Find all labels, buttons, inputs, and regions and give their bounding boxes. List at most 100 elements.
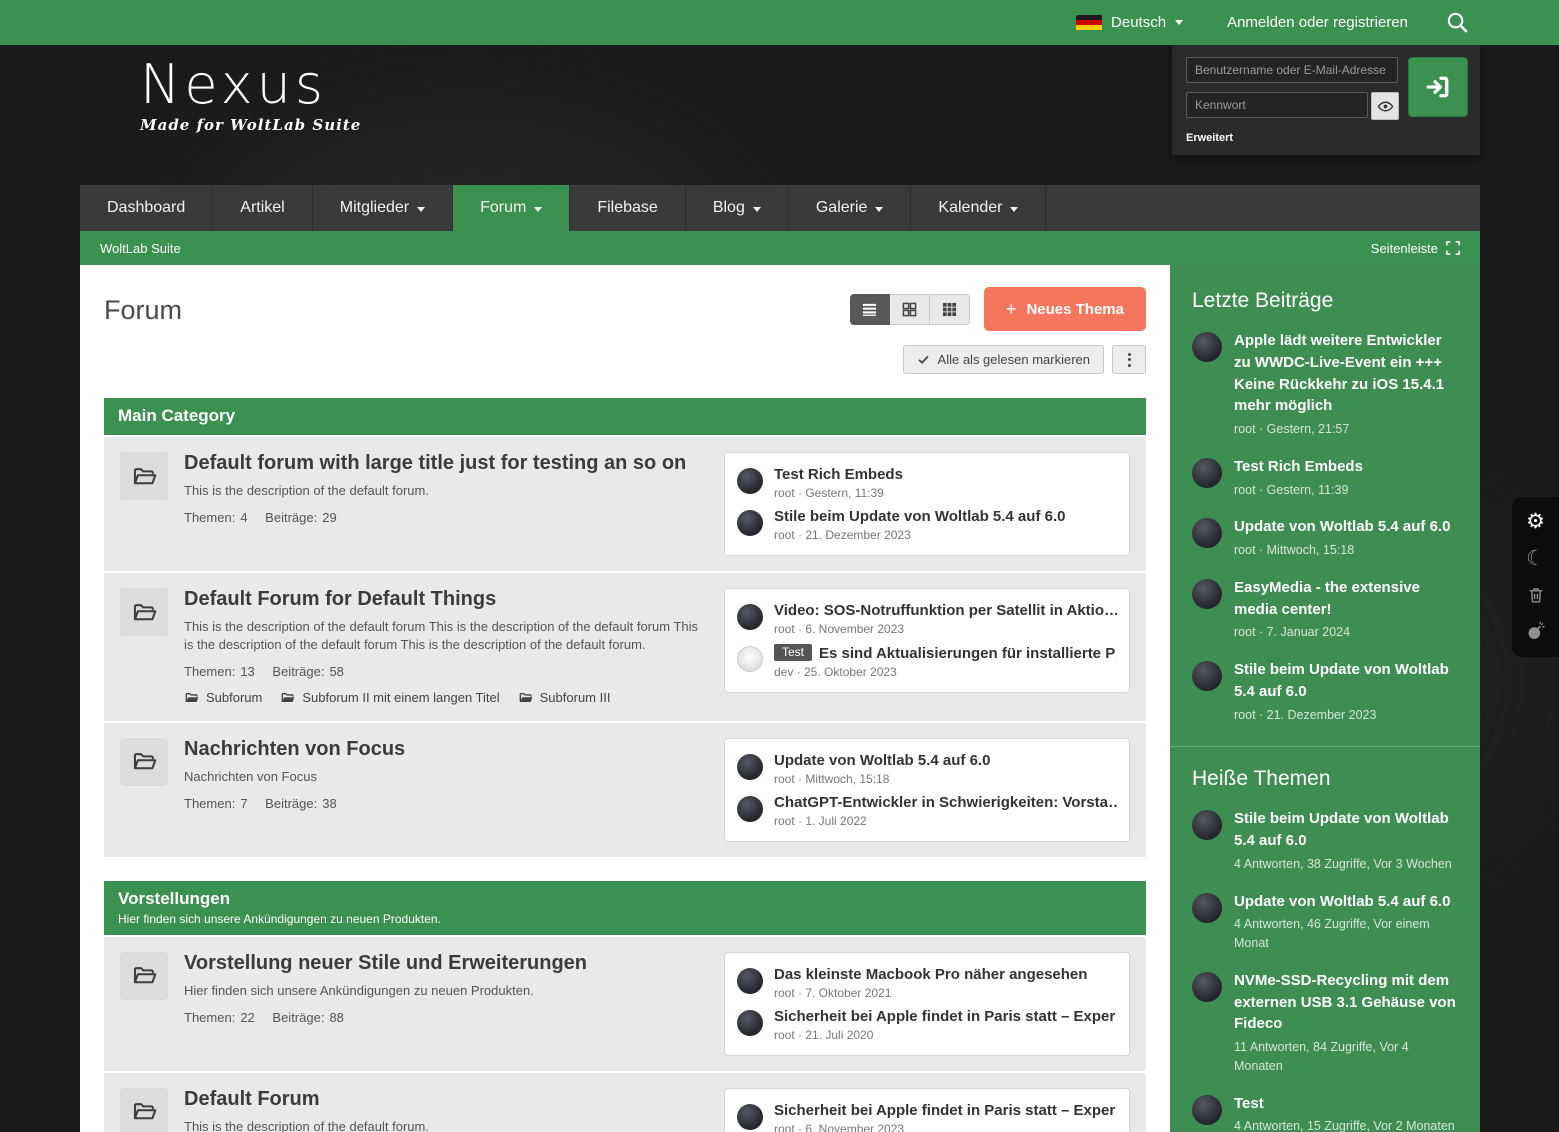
post-title[interactable]: Test Rich Embeds — [1234, 456, 1363, 478]
latest-post[interactable]: Das kleinste Macbook Pro näher angesehen… — [737, 962, 1117, 1004]
new-topic-button[interactable]: + Neues Thema — [984, 287, 1146, 331]
topic-meta: 4 Antworten, 15 Zugriffe, Vor 2 Monaten — [1234, 1117, 1455, 1132]
username-input[interactable] — [1186, 57, 1398, 83]
sidebar-post[interactable]: Stile beim Update von Woltlab 5.4 auf 6.… — [1192, 659, 1458, 724]
sidebar-post[interactable]: Apple lädt weitere Entwickler zu WWDC-Li… — [1192, 330, 1458, 439]
sidebar-toggle-label: Seitenleiste — [1371, 241, 1438, 256]
grid-view-button[interactable] — [890, 294, 930, 325]
latest-post[interactable]: ChatGPT-Entwickler in Schwierigkeiten: V… — [737, 790, 1117, 832]
nav-item-filebase[interactable]: Filebase — [570, 185, 685, 231]
german-flag-icon — [1076, 15, 1102, 31]
prefix-badge: Test — [774, 644, 812, 661]
forum-row[interactable]: Default forum with large title just for … — [104, 437, 1146, 571]
breadcrumb[interactable]: WoltLab Suite — [100, 241, 181, 256]
post-title[interactable]: Video: SOS-Notruffunktion per Satellit i… — [774, 602, 1117, 619]
forum-title[interactable]: Default Forum — [184, 1088, 706, 1111]
nav-item-mitglieder[interactable]: Mitglieder — [313, 185, 453, 231]
sidebar-post[interactable]: Test Rich Embeds root · Gestern, 11:39 — [1192, 456, 1458, 500]
list-view-icon — [861, 302, 878, 317]
login-register-link[interactable]: Anmelden oder registrieren — [1227, 14, 1408, 31]
post-title[interactable]: Sicherheit bei Apple findet in Paris sta… — [774, 1102, 1117, 1119]
post-title[interactable]: Stile beim Update von Woltlab 5.4 auf 6.… — [774, 508, 1065, 525]
nav-item-artikel[interactable]: Artikel — [213, 185, 312, 231]
sidebar-topic[interactable]: Stile beim Update von Woltlab 5.4 auf 6.… — [1192, 808, 1458, 873]
logo[interactable]: Nexus Made for WoltLab Suite — [140, 58, 361, 134]
language-selector[interactable]: Deutsch — [1076, 14, 1183, 31]
login-submit-button[interactable] — [1408, 57, 1468, 117]
latest-post[interactable]: Update von Woltlab 5.4 auf 6.0 root · Mi… — [737, 748, 1117, 790]
post-meta: root · 1. Juli 2022 — [774, 814, 1117, 828]
page-title: Forum — [104, 295, 182, 326]
nav-item-kalender[interactable]: Kalender — [911, 185, 1046, 231]
advanced-link[interactable]: Erweitert — [1186, 132, 1468, 144]
forum-description: Hier finden sich unsere Ankündigungen zu… — [184, 982, 706, 1000]
grid-view-icon — [902, 302, 917, 317]
post-title[interactable]: Das kleinste Macbook Pro näher angesehen — [774, 966, 1087, 983]
bomb-icon[interactable] — [1526, 621, 1546, 641]
compact-grid-view-button[interactable] — [930, 294, 970, 325]
latest-post[interactable]: Sicherheit bei Apple findet in Paris sta… — [737, 1004, 1117, 1046]
avatar — [1192, 893, 1222, 923]
dark-mode-moon-icon[interactable]: ☾ — [1526, 548, 1545, 569]
language-label: Deutsch — [1111, 14, 1166, 31]
avatar — [737, 1104, 763, 1130]
nav-item-forum[interactable]: Forum — [453, 185, 570, 231]
sidebar-post[interactable]: Update von Woltlab 5.4 auf 6.0 root · Mi… — [1192, 516, 1458, 560]
breadcrumb-bar: WoltLab Suite Seitenleiste — [80, 231, 1480, 265]
nav-item-galerie[interactable]: Galerie — [789, 185, 912, 231]
show-password-button[interactable] — [1371, 92, 1399, 120]
post-title[interactable]: Stile beim Update von Woltlab 5.4 auf 6.… — [1234, 659, 1458, 703]
posts-label: Beiträge: — [265, 796, 317, 811]
folder-open-icon — [120, 588, 168, 636]
sidebar-topic[interactable]: Test 4 Antworten, 15 Zugriffe, Vor 2 Mon… — [1192, 1093, 1458, 1132]
subforum-link[interactable]: Subforum — [184, 690, 262, 706]
post-title[interactable]: TestEs sind Aktualisierungen für install… — [774, 644, 1117, 662]
more-options-button[interactable] — [1112, 345, 1146, 374]
list-view-button[interactable] — [850, 294, 890, 325]
forum-title[interactable]: Default Forum for Default Things — [184, 588, 706, 611]
avatar — [1192, 1095, 1222, 1125]
forum-row[interactable]: Vorstellung neuer Stile und Erweiterunge… — [104, 937, 1146, 1071]
latest-post[interactable]: Video: SOS-Notruffunktion per Satellit i… — [737, 598, 1117, 640]
latest-post[interactable]: Stile beim Update von Woltlab 5.4 auf 6.… — [737, 504, 1117, 546]
post-title[interactable]: Update von Woltlab 5.4 auf 6.0 — [774, 752, 990, 769]
post-title[interactable]: Sicherheit bei Apple findet in Paris sta… — [774, 1008, 1117, 1025]
post-title[interactable]: EasyMedia - the extensive media center! — [1234, 577, 1458, 621]
nav-item-blog[interactable]: Blog — [686, 185, 789, 231]
latest-post[interactable]: Test Rich Embeds root · Gestern, 11:39 — [737, 462, 1117, 504]
sidebar-topic[interactable]: Update von Woltlab 5.4 auf 6.0 4 Antwort… — [1192, 891, 1458, 953]
avatar — [1192, 518, 1222, 548]
nav-item-dashboard[interactable]: Dashboard — [80, 185, 213, 231]
post-meta: root · Mittwoch, 15:18 — [774, 772, 990, 786]
post-title[interactable]: Test Rich Embeds — [774, 466, 903, 483]
sidebar-toggle[interactable]: Seitenleiste — [1371, 241, 1460, 256]
nav-label: Artikel — [240, 199, 284, 217]
password-input[interactable] — [1186, 92, 1368, 118]
topic-title[interactable]: Update von Woltlab 5.4 auf 6.0 — [1234, 891, 1458, 913]
forum-title[interactable]: Default forum with large title just for … — [184, 452, 706, 475]
trash-icon[interactable] — [1526, 585, 1546, 605]
forum-row[interactable]: Nachrichten von Focus Nachrichten von Fo… — [104, 723, 1146, 857]
subforum-link[interactable]: Subforum III — [518, 690, 611, 706]
topic-title[interactable]: NVMe-SSD-Recycling mit dem externen USB … — [1234, 970, 1458, 1035]
search-icon[interactable] — [1446, 11, 1469, 34]
post-title[interactable]: Apple lädt weitere Entwickler zu WWDC-Li… — [1234, 330, 1458, 417]
topic-title[interactable]: Test — [1234, 1093, 1455, 1115]
forum-title[interactable]: Vorstellung neuer Stile und Erweiterunge… — [184, 952, 706, 975]
sidebar-topic[interactable]: NVMe-SSD-Recycling mit dem externen USB … — [1192, 970, 1458, 1076]
forum-row[interactable]: Default Forum This is the description of… — [104, 1073, 1146, 1132]
subforum-link[interactable]: Subforum II mit einem langen Titel — [280, 690, 499, 706]
latest-post[interactable]: TestEs sind Aktualisierungen für install… — [737, 640, 1117, 683]
post-title[interactable]: Update von Woltlab 5.4 auf 6.0 — [1234, 516, 1450, 538]
topic-title[interactable]: Stile beim Update von Woltlab 5.4 auf 6.… — [1234, 808, 1458, 852]
forum-title[interactable]: Nachrichten von Focus — [184, 738, 706, 761]
post-meta: root · 6. November 2023 — [774, 1122, 1117, 1132]
mark-all-read-button[interactable]: Alle als gelesen markieren — [903, 345, 1104, 374]
latest-post[interactable]: Sicherheit bei Apple findet in Paris sta… — [737, 1098, 1117, 1132]
post-title[interactable]: ChatGPT-Entwickler in Schwierigkeiten: V… — [774, 794, 1117, 811]
avatar — [737, 604, 763, 630]
sidebar-post[interactable]: EasyMedia - the extensive media center! … — [1192, 577, 1458, 642]
settings-gear-icon[interactable]: ⚙ — [1526, 511, 1545, 532]
sign-in-icon — [1424, 73, 1452, 101]
forum-row[interactable]: Default Forum for Default Things This is… — [104, 573, 1146, 721]
